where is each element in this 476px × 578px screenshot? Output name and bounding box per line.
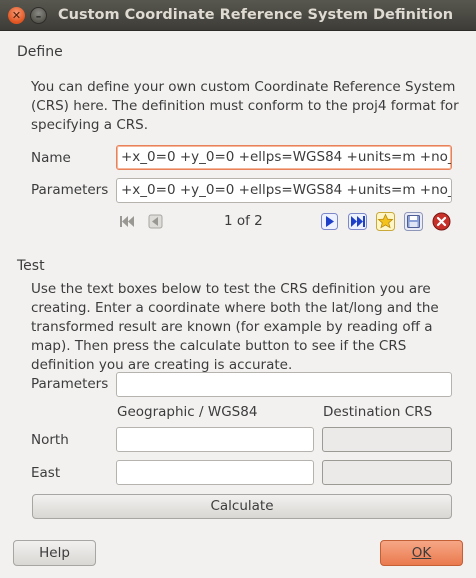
east-destination-output — [322, 460, 452, 485]
delete-x-icon — [432, 212, 451, 231]
test-parameters-input[interactable] — [116, 372, 452, 397]
last-record-button[interactable] — [347, 211, 368, 232]
destination-header: Destination CRS — [323, 404, 433, 420]
last-record-icon — [348, 213, 367, 230]
new-star-icon — [376, 212, 395, 231]
window-title: Custom Coordinate Reference System Defin… — [58, 7, 454, 23]
ok-button[interactable]: OK — [380, 540, 463, 566]
first-record-button[interactable] — [117, 211, 138, 232]
save-crs-button[interactable] — [403, 211, 424, 232]
window-minimize-button[interactable]: – — [30, 7, 47, 24]
window-close-button[interactable]: ✕ — [8, 7, 25, 24]
parameters-label: Parameters — [31, 182, 109, 198]
north-geographic-input[interactable] — [116, 427, 314, 452]
previous-record-icon — [148, 214, 163, 229]
geographic-header: Geographic / WGS84 — [117, 404, 258, 420]
test-description: Use the text boxes below to test the CRS… — [31, 281, 439, 373]
first-record-icon — [120, 216, 134, 227]
next-record-button[interactable] — [319, 211, 340, 232]
test-section-title: Test — [17, 258, 45, 274]
record-counter: 1 of 2 — [224, 213, 263, 229]
help-button[interactable]: Help — [13, 540, 96, 566]
next-record-icon — [321, 213, 338, 230]
name-label: Name — [31, 150, 71, 166]
save-floppy-icon — [404, 212, 423, 231]
delete-crs-button[interactable] — [431, 211, 452, 232]
test-parameters-label: Parameters — [31, 376, 109, 392]
calculate-button[interactable]: Calculate — [32, 494, 452, 519]
define-description: You can define your own custom Coordinat… — [31, 79, 459, 133]
east-label: East — [31, 465, 61, 481]
north-destination-output — [322, 427, 452, 452]
name-input[interactable]: +x_0=0 +y_0=0 +ellps=WGS84 +units=m +no_… — [116, 145, 452, 170]
define-section-title: Define — [17, 44, 63, 60]
title-bar: ✕ – Custom Coordinate Reference System D… — [0, 0, 476, 31]
new-crs-button[interactable] — [375, 211, 396, 232]
east-geographic-input[interactable] — [116, 460, 314, 485]
north-label: North — [31, 432, 69, 448]
previous-record-button[interactable] — [145, 211, 166, 232]
parameters-input[interactable]: +x_0=0 +y_0=0 +ellps=WGS84 +units=m +no_… — [116, 178, 452, 203]
